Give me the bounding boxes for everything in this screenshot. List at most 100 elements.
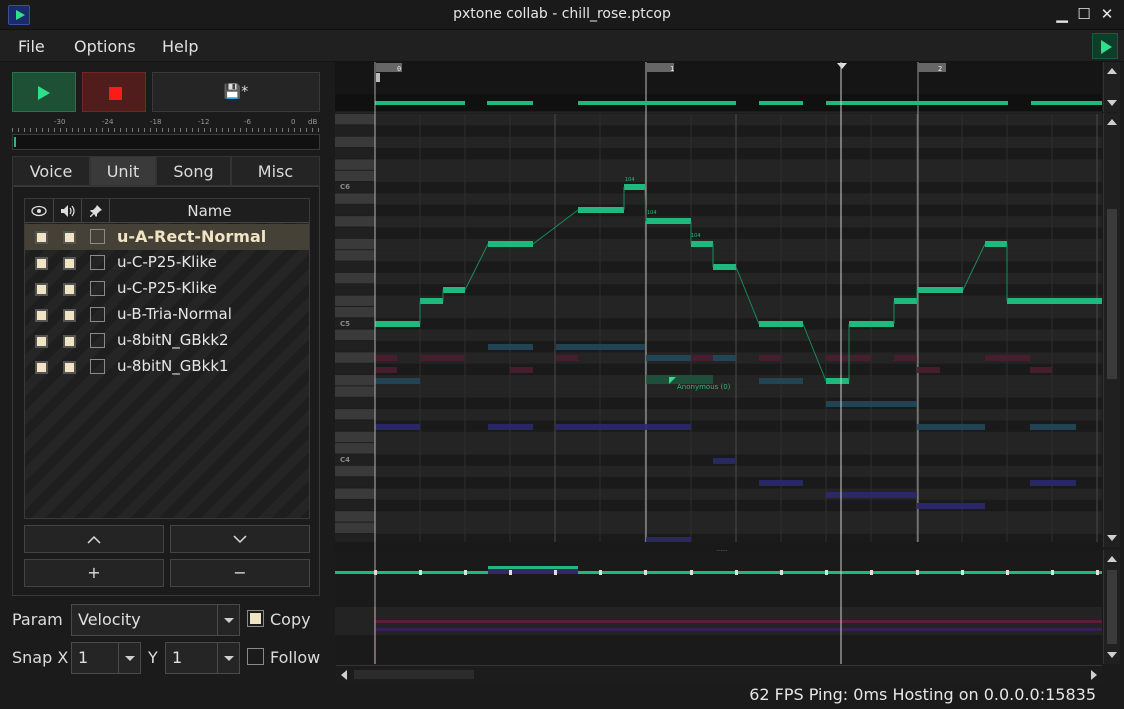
snapy-select[interactable]: 1	[165, 642, 240, 674]
note	[917, 424, 985, 430]
velocity-tick	[735, 570, 738, 575]
param-vertical-scrollbar[interactable]	[1103, 550, 1120, 664]
piano-key	[335, 272, 375, 284]
param-select[interactable]: Velocity	[71, 604, 240, 636]
repeat-start-marker[interactable]	[376, 73, 380, 82]
play-button[interactable]	[12, 72, 76, 112]
unit-row[interactable]: u-B-Tria-Normal	[25, 302, 309, 328]
scroll-left-icon[interactable]	[341, 670, 347, 680]
left-panel: 💾* -30 -24 -18 -12 -6 0 dB Voice Unit So…	[0, 62, 332, 685]
splitter-handle[interactable]: ......	[716, 546, 728, 553]
stop-button[interactable]	[82, 72, 146, 112]
visible-checkbox[interactable]	[35, 335, 48, 348]
visible-checkbox[interactable]	[35, 283, 48, 296]
close-icon[interactable]: ✕	[1097, 4, 1117, 24]
measure-marker[interactable]: 1	[646, 63, 674, 73]
move-unit-up-button[interactable]	[24, 525, 164, 553]
visible-checkbox[interactable]	[35, 231, 48, 244]
unit-row[interactable]: u-A-Rect-Normal	[25, 224, 309, 250]
menu-file[interactable]: File	[18, 37, 45, 56]
scroll-up-icon[interactable]	[1107, 68, 1117, 74]
measure-label: 1	[670, 65, 674, 73]
note	[375, 355, 397, 361]
scrollbar-thumb[interactable]	[1107, 209, 1117, 379]
horizontal-scrollbar[interactable]	[336, 665, 1102, 683]
menu-options[interactable]: Options	[74, 37, 136, 56]
tab-misc[interactable]: Misc	[231, 156, 320, 186]
roll-row	[375, 306, 1102, 319]
roll-row	[375, 136, 1102, 149]
save-button[interactable]: 💾*	[152, 72, 320, 112]
scroll-down-icon[interactable]	[1107, 535, 1117, 541]
pin-checkbox[interactable]	[90, 229, 105, 244]
measure-marker[interactable]: 0	[376, 63, 402, 73]
menu-help[interactable]: Help	[162, 37, 198, 56]
scroll-down-icon[interactable]	[1107, 652, 1117, 658]
audible-checkbox[interactable]	[63, 231, 76, 244]
piano-key	[335, 227, 375, 238]
roll-row	[375, 477, 1102, 489]
pin-checkbox[interactable]	[90, 359, 105, 374]
follow-checkbox[interactable]	[247, 648, 264, 665]
overview-bar	[1031, 101, 1102, 105]
visible-checkbox[interactable]	[35, 257, 48, 270]
piano-roll-canvas[interactable]: 0 1 2 C6 C5 C4 104 104 104 Anonymous (0)…	[335, 62, 1102, 664]
unit-row[interactable]: u-C-P25-Klike	[25, 250, 309, 276]
unit-row[interactable]: u-8bitN_GBkk1	[25, 354, 309, 380]
unit-list[interactable]: Name u-A-Rect-Normal u-C-P25-Klike u-C-P…	[24, 198, 310, 519]
tab-song[interactable]: Song	[156, 156, 231, 186]
note	[826, 401, 917, 407]
play-toolbar-button[interactable]	[1092, 33, 1118, 59]
piano-key	[335, 306, 375, 318]
remove-unit-button[interactable]: −	[170, 559, 310, 587]
unit-row[interactable]: u-8bitN_GBkk2	[25, 328, 309, 354]
unit-row[interactable]: u-C-P25-Klike	[25, 276, 309, 302]
piano-roll-editor[interactable]: 0 1 2 C6 C5 C4 104 104 104 Anonymous (0)…	[335, 62, 1102, 664]
velocity-tick	[599, 570, 602, 575]
copy-checkbox[interactable]	[247, 610, 264, 627]
piano-key	[335, 193, 375, 204]
scrollbar-thumb[interactable]	[1107, 570, 1117, 644]
pin-checkbox[interactable]	[90, 255, 105, 270]
pin-checkbox[interactable]	[90, 333, 105, 348]
audible-checkbox[interactable]	[63, 257, 76, 270]
speaker-icon[interactable]	[54, 199, 82, 223]
unit-name: u-A-Rect-Normal	[117, 227, 267, 246]
scrollbar-thumb[interactable]	[354, 670, 474, 679]
snapx-select[interactable]: 1	[71, 642, 141, 674]
visible-checkbox[interactable]	[35, 309, 48, 322]
note	[985, 355, 1030, 361]
maximize-icon[interactable]: ☐	[1074, 4, 1094, 24]
note	[488, 344, 533, 350]
audible-checkbox[interactable]	[63, 309, 76, 322]
roll-row	[375, 272, 1102, 285]
visible-checkbox[interactable]	[35, 361, 48, 374]
note	[759, 355, 781, 361]
tab-unit[interactable]: Unit	[90, 156, 156, 186]
timeline-vertical-scrollbar[interactable]	[1103, 62, 1120, 112]
melody-note	[985, 241, 1007, 247]
roll-row	[375, 114, 1102, 126]
roll-vertical-scrollbar[interactable]	[1103, 113, 1120, 547]
minimize-icon[interactable]: ▁	[1052, 4, 1072, 24]
scroll-up-icon[interactable]	[1107, 556, 1117, 562]
scroll-down-icon[interactable]	[1107, 100, 1117, 106]
pin-icon[interactable]	[82, 199, 110, 223]
note	[713, 355, 736, 361]
pin-checkbox[interactable]	[90, 281, 105, 296]
add-unit-button[interactable]: +	[24, 559, 164, 587]
scroll-right-icon[interactable]	[1091, 670, 1097, 680]
eye-icon[interactable]	[25, 199, 54, 223]
move-unit-down-button[interactable]	[170, 525, 310, 553]
audible-checkbox[interactable]	[63, 283, 76, 296]
octave-label: C5	[340, 320, 350, 328]
roll-row	[375, 193, 1102, 205]
pin-checkbox[interactable]	[90, 307, 105, 322]
piano-key	[335, 420, 375, 431]
audible-checkbox[interactable]	[63, 361, 76, 374]
audible-checkbox[interactable]	[63, 335, 76, 348]
tab-voice[interactable]: Voice	[12, 156, 90, 186]
measure-marker[interactable]: 2	[918, 63, 946, 73]
scroll-up-icon[interactable]	[1107, 119, 1117, 125]
melody-note	[894, 298, 917, 304]
